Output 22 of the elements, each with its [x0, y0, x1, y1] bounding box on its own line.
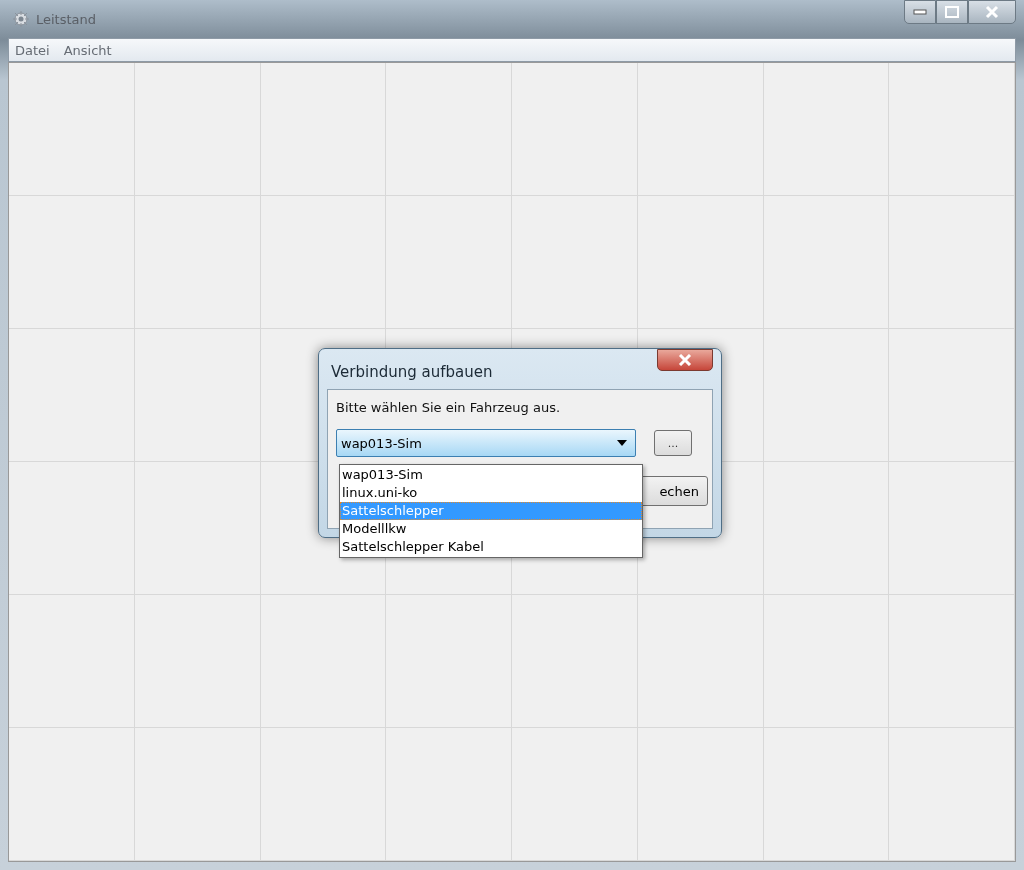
close-icon — [984, 5, 1000, 19]
menu-item[interactable]: Datei — [13, 42, 52, 58]
minimize-button[interactable] — [904, 0, 936, 24]
close-button[interactable] — [657, 349, 713, 371]
gear-icon — [12, 10, 30, 28]
prompt-text: Bitte wählen Sie ein Fahrzeug aus. — [336, 400, 562, 415]
maximize-button[interactable] — [936, 0, 968, 24]
vehicle-dropdown[interactable]: wap013-Sim — [336, 429, 636, 457]
dropdown-option[interactable]: linux.uni-ko — [340, 484, 642, 502]
dropdown-option[interactable]: wap013-Sim — [340, 466, 642, 484]
close-icon — [678, 354, 692, 366]
dropdown-option[interactable]: Modelllkw — [340, 520, 642, 538]
dialog-title: Verbindung aufbauen — [331, 363, 493, 381]
minimize-icon — [913, 9, 927, 15]
window-title: Leitstand — [36, 11, 97, 27]
maximize-icon — [945, 6, 959, 18]
browse-button[interactable]: ... — [654, 430, 692, 456]
cancel-button[interactable]: echen — [640, 476, 708, 506]
close-button[interactable] — [968, 0, 1016, 24]
dropdown-option[interactable]: Sattelschlepper Kabel — [340, 538, 642, 556]
dropdown-arrow-icon — [617, 440, 627, 446]
menu-item[interactable]: Ansicht — [61, 42, 114, 58]
